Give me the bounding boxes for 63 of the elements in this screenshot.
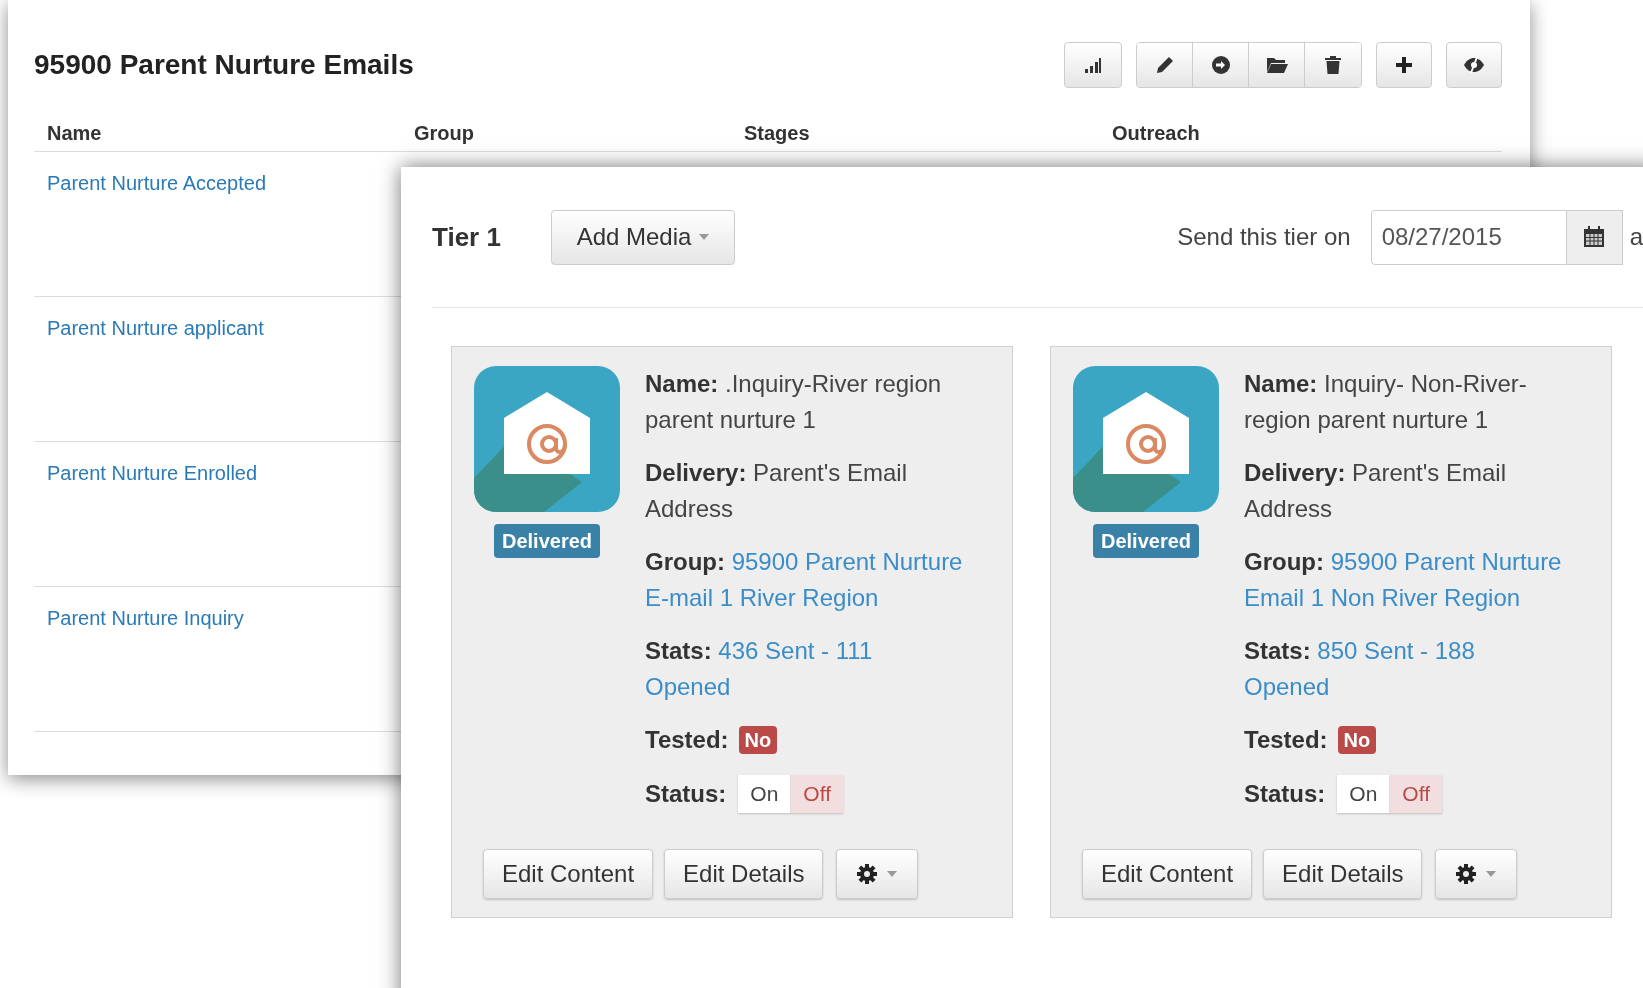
- add-media-dropdown[interactable]: Add Media: [551, 209, 735, 265]
- status-badge: Delivered: [1092, 524, 1200, 558]
- caret-icon: [887, 871, 898, 877]
- card-action-button[interactable]: Edit Content: [1082, 849, 1253, 899]
- chart-button[interactable]: [1064, 42, 1122, 88]
- field-label: Status:: [645, 779, 727, 809]
- plus-icon: [1395, 56, 1413, 74]
- column-header: Stages: [744, 121, 811, 146]
- status-toggle-option[interactable]: On: [1337, 775, 1391, 813]
- card-action-button[interactable]: Edit Details: [664, 849, 824, 899]
- eye-slash-icon: [1463, 56, 1485, 74]
- caret-icon: [699, 234, 710, 240]
- send-date-label: Send this tier on: [1177, 222, 1351, 252]
- pencil-icon: [1154, 55, 1175, 75]
- bar-chart-icon: [1084, 56, 1102, 74]
- status-toggle-option[interactable]: Off: [1390, 775, 1442, 813]
- calendar-icon: [1583, 226, 1606, 248]
- email-link[interactable]: Parent Nurture Enrolled: [47, 462, 258, 484]
- field-text: Name: Inquiry- Non-River- region parent nurture 1: [1244, 369, 1528, 435]
- field-text: Name: .Inquiry-River region parent nurture 1: [645, 369, 943, 435]
- field-text: Group: 95900 Parent Nurture Email 1 Non River Region: [1244, 547, 1563, 613]
- field-text: Stats: 850 Sent - 188 Opened: [1244, 636, 1476, 702]
- email-link[interactable]: Parent Nurture applicant: [47, 317, 264, 339]
- tier-label: Tier 1: [432, 220, 502, 254]
- settings-dropdown[interactable]: [1435, 849, 1518, 899]
- page-title: 95900 Parent Nurture Emails: [34, 48, 414, 82]
- status-toggle-option[interactable]: On: [738, 775, 792, 813]
- arrow-circle-icon: [1210, 55, 1231, 75]
- date-field[interactable]: 08/27/2015: [1370, 209, 1567, 265]
- card-action-button[interactable]: Edit Content: [483, 849, 654, 899]
- email-app-icon: [1073, 366, 1219, 512]
- edit-button[interactable]: [1137, 43, 1193, 87]
- column-header: Outreach: [1112, 121, 1201, 146]
- caret-icon: [1486, 871, 1497, 877]
- settings-icon: [857, 864, 878, 884]
- field-label: Tested:: [1244, 725, 1328, 755]
- column-header: Name: [46, 121, 103, 146]
- status-toggle-option[interactable]: Off: [791, 775, 843, 813]
- field-text: Delivery: Parent's Email Address: [1244, 458, 1508, 524]
- visibility-button[interactable]: [1446, 42, 1502, 88]
- field-label: Status:: [1244, 779, 1326, 809]
- calendar-button[interactable]: [1566, 209, 1623, 265]
- forward-button[interactable]: [1193, 43, 1249, 87]
- settings-dropdown[interactable]: [836, 849, 919, 899]
- folder-button[interactable]: [1249, 43, 1305, 87]
- column-header: Group: [414, 121, 475, 146]
- field-label: Tested:: [645, 725, 729, 755]
- trash-icon: [1324, 55, 1342, 75]
- tested-badge: No: [738, 726, 778, 754]
- email-link[interactable]: Parent Nurture Accepted: [47, 172, 266, 194]
- add-button[interactable]: [1376, 42, 1432, 88]
- folder-icon: [1265, 56, 1288, 74]
- field-text: Stats: 436 Sent - 111 Opened: [645, 636, 874, 702]
- email-app-icon: [474, 366, 620, 512]
- settings-icon: [1456, 864, 1477, 884]
- field-text: Group: 95900 Parent Nurture E-mail 1 River Region: [645, 547, 964, 613]
- cut-text: a: [1629, 222, 1643, 252]
- email-link[interactable]: Parent Nurture Inquiry: [47, 607, 244, 629]
- card-action-button[interactable]: Edit Details: [1263, 849, 1423, 899]
- tested-badge: No: [1337, 726, 1377, 754]
- status-badge: Delivered: [493, 524, 601, 558]
- field-text: Delivery: Parent's Email Address: [645, 458, 909, 524]
- delete-button[interactable]: [1305, 43, 1361, 87]
